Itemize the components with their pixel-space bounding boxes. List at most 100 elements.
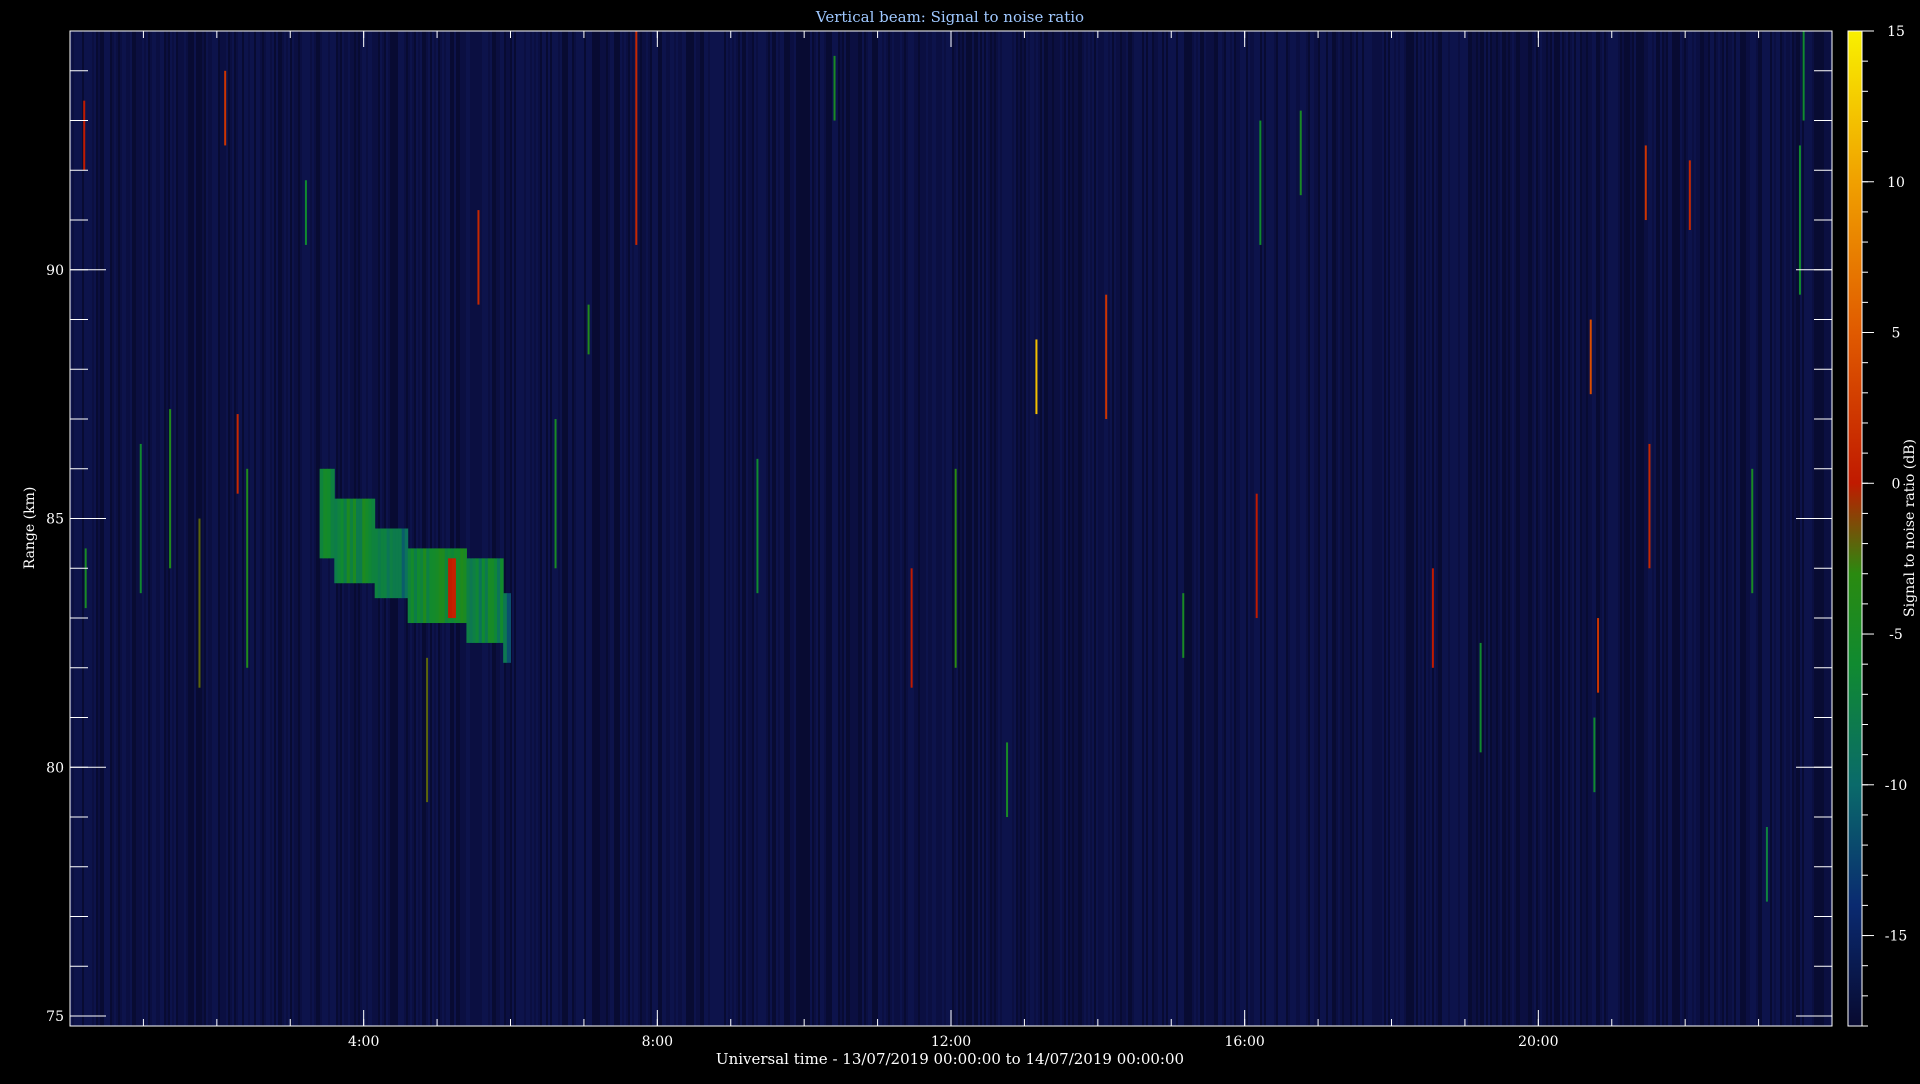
noise-column: [1184, 31, 1186, 1026]
noise-column: [1512, 31, 1514, 1026]
noise-column: [178, 31, 180, 1026]
noise-column: [448, 31, 450, 1026]
noise-column: [1364, 31, 1366, 1026]
noise-column: [834, 31, 836, 1026]
noise-column: [1372, 31, 1374, 1026]
echo-cell: [374, 528, 379, 599]
noise-column: [1106, 31, 1108, 1026]
noise-column: [1508, 31, 1510, 1026]
noise-column: [148, 31, 150, 1026]
noise-column: [1720, 31, 1722, 1026]
noise-column: [1680, 31, 1682, 1026]
echo-cell: [392, 528, 397, 599]
noise-column: [1362, 31, 1364, 1026]
noise-column: [648, 31, 650, 1026]
streak: [246, 468, 249, 668]
noise-column: [1806, 31, 1808, 1026]
noise-column: [1042, 31, 1044, 1026]
noise-column: [216, 31, 218, 1026]
noise-column: [806, 31, 808, 1026]
noise-column: [1100, 31, 1102, 1026]
noise-column: [518, 31, 520, 1026]
noise-column: [82, 31, 84, 1026]
noise-column: [684, 31, 686, 1026]
noise-column: [814, 31, 816, 1026]
noise-column: [1458, 31, 1460, 1026]
noise-column: [1664, 31, 1666, 1026]
noise-column: [266, 31, 268, 1026]
echo-cell: [466, 558, 471, 643]
noise-column: [1252, 31, 1254, 1026]
noise-column: [1162, 31, 1164, 1026]
noise-column: [1202, 31, 1204, 1026]
noise-column: [896, 31, 898, 1026]
noise-column: [1078, 31, 1080, 1026]
noise-column: [1784, 31, 1786, 1026]
noise-column: [774, 31, 776, 1026]
noise-column: [78, 31, 80, 1026]
noise-column: [1270, 31, 1272, 1026]
noise-column: [1796, 31, 1798, 1026]
noise-column: [470, 31, 472, 1026]
noise-column: [496, 31, 498, 1026]
noise-column: [848, 31, 850, 1026]
noise-column: [578, 31, 580, 1026]
noise-column: [1272, 31, 1274, 1026]
noise-column: [484, 31, 486, 1026]
noise-column: [1526, 31, 1528, 1026]
noise-column: [1094, 31, 1096, 1026]
streak: [756, 458, 759, 594]
noise-column: [414, 31, 416, 1026]
streak: [236, 414, 239, 494]
noise-column: [1394, 31, 1396, 1026]
noise-column: [824, 31, 826, 1026]
noise-column: [1660, 31, 1662, 1026]
noise-column: [894, 31, 896, 1026]
echo-cell: [426, 548, 430, 624]
noise-column: [872, 31, 874, 1026]
echo-cell: [323, 468, 328, 559]
noise-column: [1472, 31, 1474, 1026]
noise-column: [1658, 31, 1660, 1026]
noise-column: [1400, 31, 1402, 1026]
noise-column: [242, 31, 244, 1026]
noise-column: [1218, 31, 1220, 1026]
noise-column: [1614, 31, 1616, 1026]
colorbar-label: Signal to noise ratio (dB): [1902, 439, 1918, 617]
noise-column: [1016, 31, 1018, 1026]
noise-column: [632, 31, 634, 1026]
noise-column: [284, 31, 286, 1026]
noise-column: [1520, 31, 1522, 1026]
noise-column: [1524, 31, 1526, 1026]
noise-column: [736, 31, 738, 1026]
noise-column: [1032, 31, 1034, 1026]
echo-cell: [330, 468, 335, 559]
noise-column: [550, 31, 552, 1026]
noise-column: [1336, 31, 1338, 1026]
noise-column: [796, 31, 798, 1026]
noise-column: [666, 31, 668, 1026]
noise-column: [416, 31, 418, 1026]
streak: [304, 180, 307, 245]
noise-column: [314, 31, 316, 1026]
noise-column: [828, 31, 830, 1026]
noise-column: [194, 31, 196, 1026]
echo-cell: [490, 558, 495, 643]
noise-column: [1466, 31, 1468, 1026]
noise-column: [1140, 31, 1142, 1026]
noise-column: [934, 31, 936, 1026]
noise-column: [1040, 31, 1042, 1026]
noise-column: [674, 31, 676, 1026]
noise-column: [958, 31, 960, 1026]
noise-column: [1638, 31, 1640, 1026]
noise-column: [900, 31, 902, 1026]
noise-column: [782, 31, 784, 1026]
noise-column: [1292, 31, 1294, 1026]
noise-column: [1126, 31, 1128, 1026]
noise-column: [1058, 31, 1060, 1026]
noise-column: [298, 31, 300, 1026]
echo-cell: [478, 558, 483, 643]
noise-column: [844, 31, 846, 1026]
noise-column: [1808, 31, 1810, 1026]
noise-column: [1474, 31, 1476, 1026]
